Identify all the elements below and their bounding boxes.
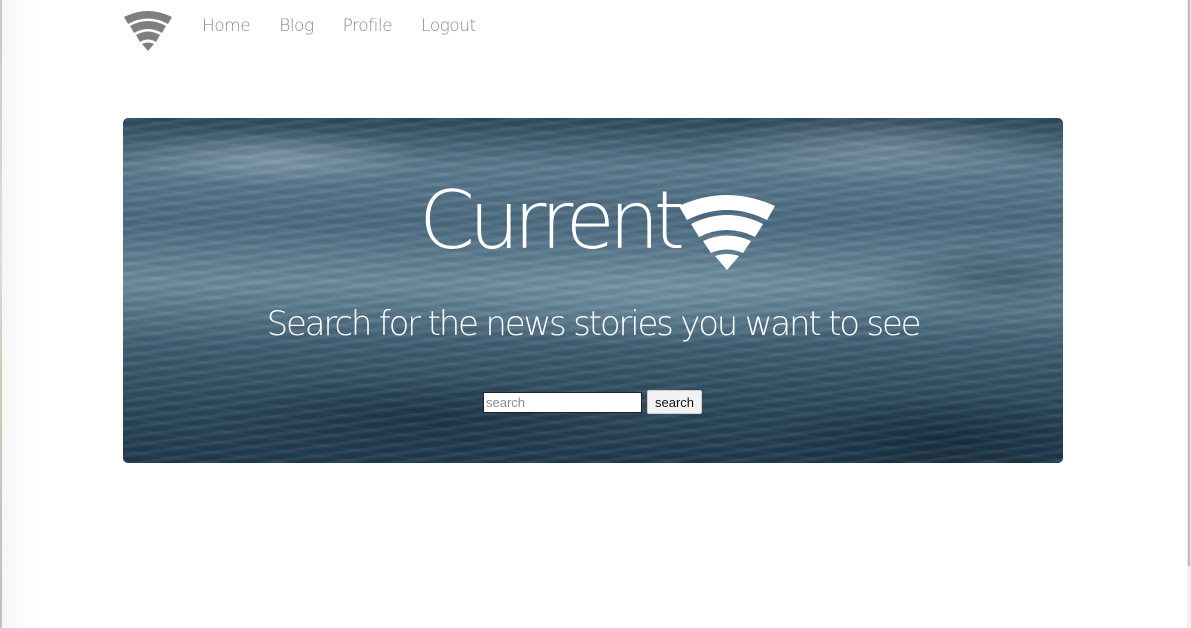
hero-banner: Current Search for the news stories you …: [123, 118, 1063, 463]
window-left-shadow: [2, 0, 40, 628]
scrollbar-thumb[interactable]: [1188, 0, 1190, 566]
search-input[interactable]: [483, 391, 642, 413]
hero-title-row: Current: [123, 176, 1063, 276]
wifi-signal-icon[interactable]: [123, 7, 173, 51]
search-button[interactable]: search: [647, 390, 703, 414]
nav-link-home[interactable]: Home: [202, 16, 251, 36]
top-nav: Home Blog Profile Logout: [123, 6, 505, 51]
nav-link-blog[interactable]: Blog: [279, 16, 314, 36]
wifi-signal-icon: [678, 195, 775, 270]
vertical-scrollbar[interactable]: [1187, 0, 1191, 628]
page: Home Blog Profile Logout Current Search …: [0, 0, 1191, 628]
scrollbar-track[interactable]: [1187, 566, 1191, 628]
nav-link-profile[interactable]: Profile: [343, 16, 393, 36]
hero-title: Current: [419, 174, 685, 267]
nav-link-logout[interactable]: Logout: [421, 16, 476, 36]
hero-subtitle: Search for the news stories you want to …: [266, 304, 922, 344]
search-form: search: [483, 390, 703, 414]
